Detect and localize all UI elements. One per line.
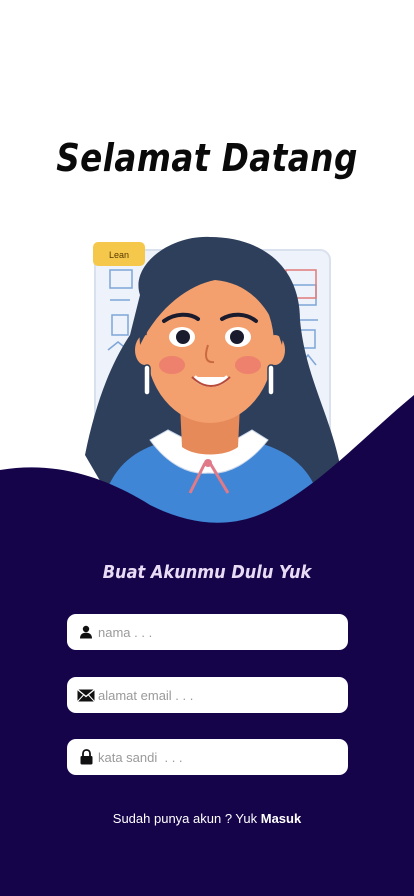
email-field[interactable] [67,677,348,713]
user-icon [77,623,95,641]
password-input[interactable] [98,739,348,775]
badge-text: Lean [109,250,129,260]
form-subtitle: Buat Akunmu Dulu Yuk [102,562,312,583]
login-prompt-text: Sudah punya akun ? Yuk [112,811,261,826]
email-input[interactable] [98,677,348,713]
name-input[interactable] [98,614,348,650]
page-title: Selamat Datang [56,136,358,180]
mail-icon [77,686,95,704]
name-field[interactable] [67,614,348,650]
login-link[interactable]: Masuk [261,811,301,826]
lock-icon [77,748,95,766]
login-prompt: Sudah punya akun ? Yuk Masuk [0,811,414,826]
password-field[interactable] [67,739,348,775]
